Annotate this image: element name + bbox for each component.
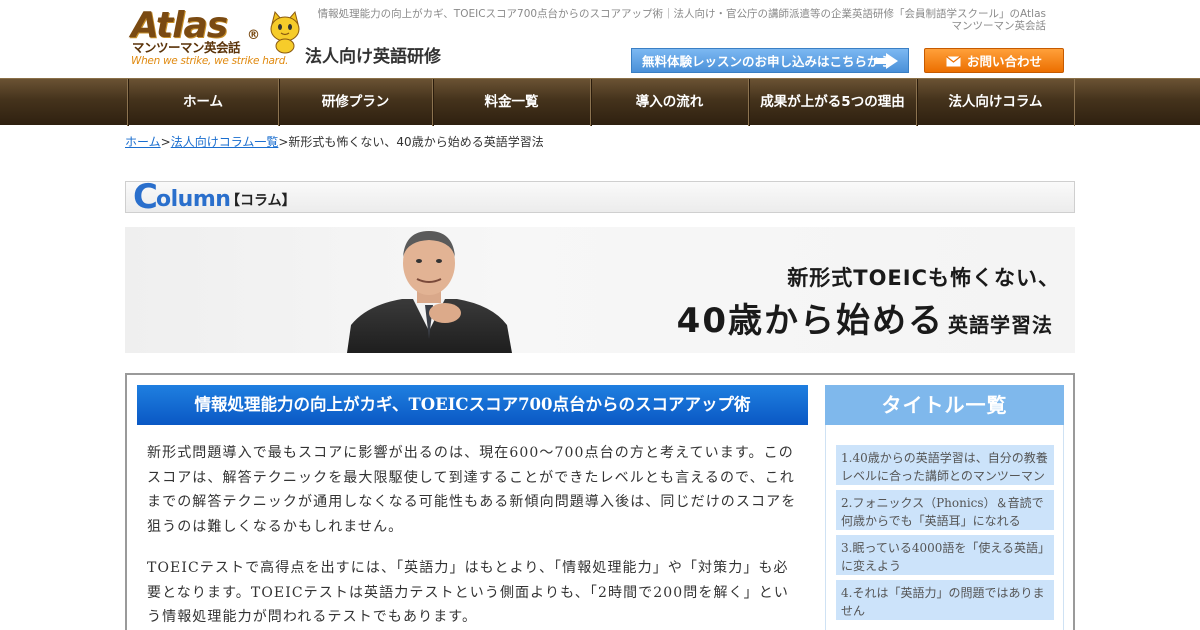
banner-headline-1: 新形式TOEICも怖くない、	[787, 266, 1060, 290]
sidebar-item-4[interactable]: 4.それは「英語力」の問題ではありません	[836, 580, 1054, 620]
sidebar-item-1[interactable]: 1.40歳からの英語学習は、自分の教養レベルに合った講師とのマンツーマン	[836, 445, 1054, 485]
sidebar-title: タイトル一覧	[825, 385, 1064, 425]
column-heading-initial: C	[133, 177, 158, 217]
sidebar-title-list: 1.40歳からの英語学習は、自分の教養レベルに合った講師とのマンツーマン 2.フ…	[825, 425, 1064, 630]
article-paragraph: TOEICテストで高得点を出すには、「英語力」はもとより、「情報処理能力」や「対…	[147, 560, 789, 625]
breadcrumb-separator: >	[278, 135, 289, 149]
logo-tagline: When we strike, we strike hard.	[131, 55, 289, 67]
banner-headline-2-main: 40歳から始める	[676, 301, 944, 341]
nav-item-five-reasons[interactable]: 成果が上がる5つの理由	[748, 79, 916, 126]
free-trial-button[interactable]: 無料体験レッスンのお申し込みはこちらから	[631, 48, 909, 73]
nav-item-training-plans[interactable]: 研修プラン	[278, 79, 432, 126]
column-heading-jp: 【コラム】	[226, 193, 296, 209]
breadcrumb-home-link[interactable]: ホーム	[125, 135, 161, 149]
header-description: 情報処理能力の向上がカギ、TOEICスコア700点台からのスコアアップ術｜法人向…	[317, 8, 1046, 32]
article-banner: 新形式TOEICも怖くない、 40歳から始める 英語学習法	[125, 227, 1075, 353]
sidebar-item-2[interactable]: 2.フォニックス（Phonics）＆音読で何歳からでも「英語耳」になれる	[836, 490, 1054, 530]
breadcrumb-column-list-link[interactable]: 法人向けコラム一覧	[171, 135, 279, 149]
nav-item-flow[interactable]: 導入の流れ	[590, 79, 748, 126]
businessman-photo	[347, 231, 512, 353]
breadcrumb-separator: >	[160, 135, 171, 149]
logo-subtext: マンツーマン英会話	[132, 40, 241, 55]
banner-headline-2: 40歳から始める 英語学習法	[677, 293, 1053, 342]
column-heading: C olumn 【コラム】	[125, 177, 1075, 217]
nav-item-pricing[interactable]: 料金一覧	[432, 79, 590, 126]
contact-button[interactable]: お問い合わせ	[924, 48, 1064, 73]
arrow-right-icon	[874, 53, 898, 69]
cat-mascot-icon	[270, 10, 300, 54]
free-trial-label: 無料体験レッスンのお申し込みはこちらから	[642, 54, 893, 69]
breadcrumb-current: 新形式も怖くない、40歳から始める英語学習法	[288, 135, 544, 149]
article-paragraph: 新形式問題導入で最もスコアに影響が出るのは、現在600～700点台の方と考えてい…	[147, 445, 797, 535]
header-subtitle: 法人向け英語研修	[305, 47, 441, 67]
column-heading-word: olumn	[156, 187, 231, 212]
contact-label: お問い合わせ	[966, 54, 1042, 69]
breadcrumb: ホーム>法人向けコラム一覧>新形式も怖くない、40歳から始める英語学習法	[125, 133, 544, 150]
banner-headline-2-sub: 英語学習法	[948, 313, 1053, 337]
nav-item-corporate-column[interactable]: 法人向けコラム	[916, 79, 1075, 126]
logo-wordmark: Atlas	[131, 5, 228, 46]
mail-icon	[946, 56, 961, 67]
article-title: 情報処理能力の向上がカギ、TOEICスコア700点台からのスコアアップ術	[137, 385, 808, 425]
main-content: 情報処理能力の向上がカギ、TOEICスコア700点台からのスコアアップ術 新形式…	[125, 373, 1075, 630]
sidebar-item-3[interactable]: 3.眠っている4000語を「使える英語」に変えよう	[836, 535, 1054, 575]
nav-item-home[interactable]: ホーム	[127, 79, 278, 126]
logo-registered-mark: ®	[247, 28, 260, 43]
site-header: Atlas ® マンツーマン英会話 When we strike, we str…	[0, 0, 1200, 78]
main-nav: ホーム 研修プラン 料金一覧 導入の流れ 成果が上がる5つの理由 法人向けコラム	[0, 78, 1200, 126]
